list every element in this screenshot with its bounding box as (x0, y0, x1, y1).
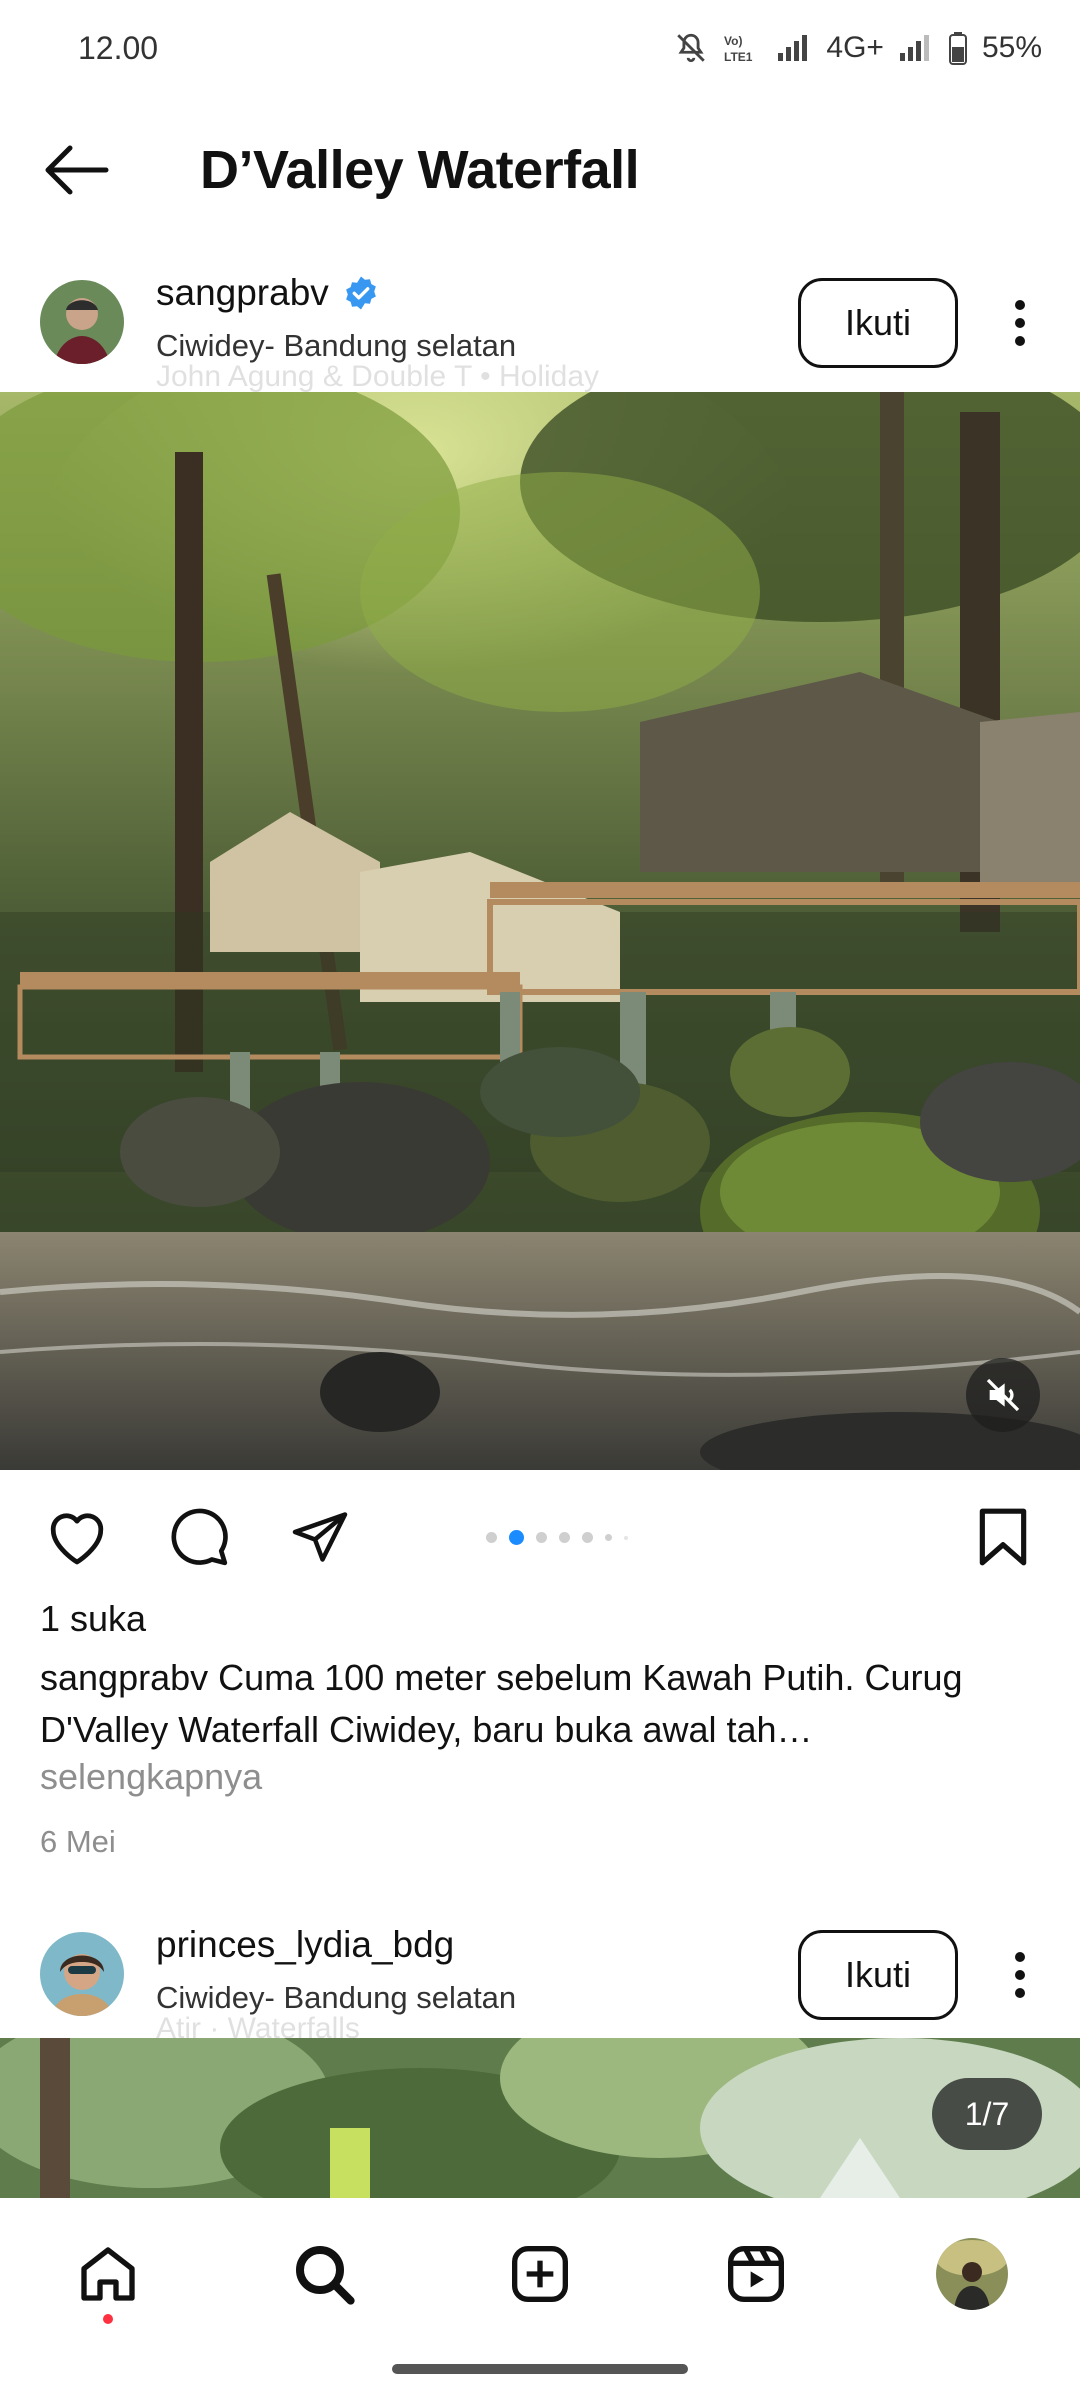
back-button[interactable] (16, 120, 136, 220)
avatar[interactable] (40, 280, 124, 364)
page-header: D’Valley Waterfall (0, 120, 1080, 220)
verified-badge-icon (345, 276, 376, 310)
svg-text:Vo): Vo) (724, 34, 742, 48)
more-link[interactable]: selengkapnya (40, 1756, 262, 1798)
follow-button[interactable]: Ikuti (798, 1930, 958, 2020)
carousel-dot (536, 1532, 547, 1543)
carousel-dot (605, 1534, 612, 1541)
status-bar: 12.00 Vo) LTE1 4G+ 55% (0, 0, 1080, 96)
volte-icon: Vo) LTE1 (724, 34, 753, 64)
follow-button[interactable]: Ikuti (798, 278, 958, 368)
profile-avatar-image (936, 2238, 1008, 2310)
bottom-nav (0, 2198, 1080, 2348)
more-vertical-icon (1015, 1952, 1025, 1998)
post-caption: sangprabv Cuma 100 meter sebelum Kawah P… (40, 1652, 1040, 1756)
signal-icon (899, 35, 929, 61)
carousel-dot (559, 1532, 570, 1543)
volume-off-icon (986, 1378, 1020, 1412)
more-options-button[interactable] (980, 1930, 1060, 2020)
post-header: princes_lydia_bdg Atir · Waterfalls Ciwi… (0, 1914, 1080, 2045)
create-icon (512, 2246, 568, 2302)
post-actions (0, 1490, 1080, 1580)
location-label[interactable]: John Agung & Double T • Holiday Ciwidey-… (156, 328, 599, 393)
home-indicator[interactable] (392, 2364, 688, 2374)
mute-button[interactable] (966, 1358, 1040, 1432)
svg-text:LTE1: LTE1 (724, 50, 753, 64)
bookmark-icon (979, 1508, 1027, 1566)
nav-home[interactable] (68, 2234, 148, 2324)
status-time: 12.00 (78, 29, 159, 66)
post-header: sangprabv John Agung & Double T • Holida… (0, 262, 1080, 393)
post-photo (0, 2038, 1080, 2198)
caption-username[interactable]: sangprabv (40, 1657, 208, 1698)
heart-icon (50, 1513, 104, 1565)
post-date: 6 Mei (40, 1824, 116, 1859)
page-title: D’Valley Waterfall (200, 140, 640, 200)
comment-button[interactable] (164, 1502, 234, 1572)
profile-avatar (936, 2238, 1008, 2310)
more-options-button[interactable] (980, 278, 1060, 368)
battery-icon (948, 32, 967, 65)
carousel-dot (486, 1532, 497, 1543)
username[interactable]: princes_lydia_bdg (156, 1924, 454, 1966)
avatar[interactable] (40, 1932, 124, 2016)
nav-search[interactable] (284, 2234, 364, 2314)
share-button[interactable] (285, 1502, 355, 1572)
notification-dot (103, 2314, 113, 2324)
like-button[interactable] (42, 1502, 112, 1572)
location-text: Ciwidey- Bandung selatan (156, 328, 517, 363)
status-icons: Vo) LTE1 4G+ 55% (674, 31, 1042, 65)
reels-icon (728, 2246, 784, 2302)
user-block: sangprabv John Agung & Double T • Holida… (156, 272, 599, 393)
location-text: Ciwidey- Bandung selatan (156, 1980, 517, 2015)
user-block: princes_lydia_bdg Atir · Waterfalls Ciwi… (156, 1924, 517, 2045)
comment-icon (171, 1508, 228, 1566)
location-label[interactable]: Atir · Waterfalls Ciwidey- Bandung selat… (156, 1980, 517, 2045)
search-icon (296, 2246, 355, 2305)
avatar-image (40, 280, 124, 364)
nav-reels[interactable] (716, 2234, 796, 2314)
carousel-dot (624, 1535, 628, 1540)
carousel-indicator (486, 1530, 628, 1545)
username[interactable]: sangprabv (156, 272, 329, 314)
save-button[interactable] (968, 1502, 1038, 1572)
send-icon (292, 1512, 348, 1562)
username-row: princes_lydia_bdg (156, 1924, 516, 1966)
username-row: sangprabv (156, 272, 516, 314)
signal-icon (778, 35, 808, 61)
network-type: 4G+ (826, 31, 884, 64)
more-vertical-icon (1015, 300, 1025, 346)
carousel-counter: 1/7 (932, 2078, 1042, 2150)
mute-icon (677, 33, 706, 63)
carousel-dot (582, 1532, 593, 1543)
music-overlay: John Agung & Double T • Holiday (156, 360, 600, 393)
post-photo (0, 392, 1080, 1470)
home-icon (81, 2247, 135, 2301)
post-media[interactable]: 1/7 (0, 2038, 1080, 2198)
carousel-dot-active (509, 1530, 524, 1545)
arrow-left-icon (45, 145, 109, 195)
nav-create[interactable] (500, 2234, 580, 2314)
post-media[interactable] (0, 392, 1080, 1470)
nav-profile[interactable] (932, 2234, 1012, 2314)
like-count[interactable]: 1 suka (40, 1598, 146, 1640)
battery-level: 55% (981, 31, 1042, 64)
avatar-image (40, 1932, 124, 2016)
